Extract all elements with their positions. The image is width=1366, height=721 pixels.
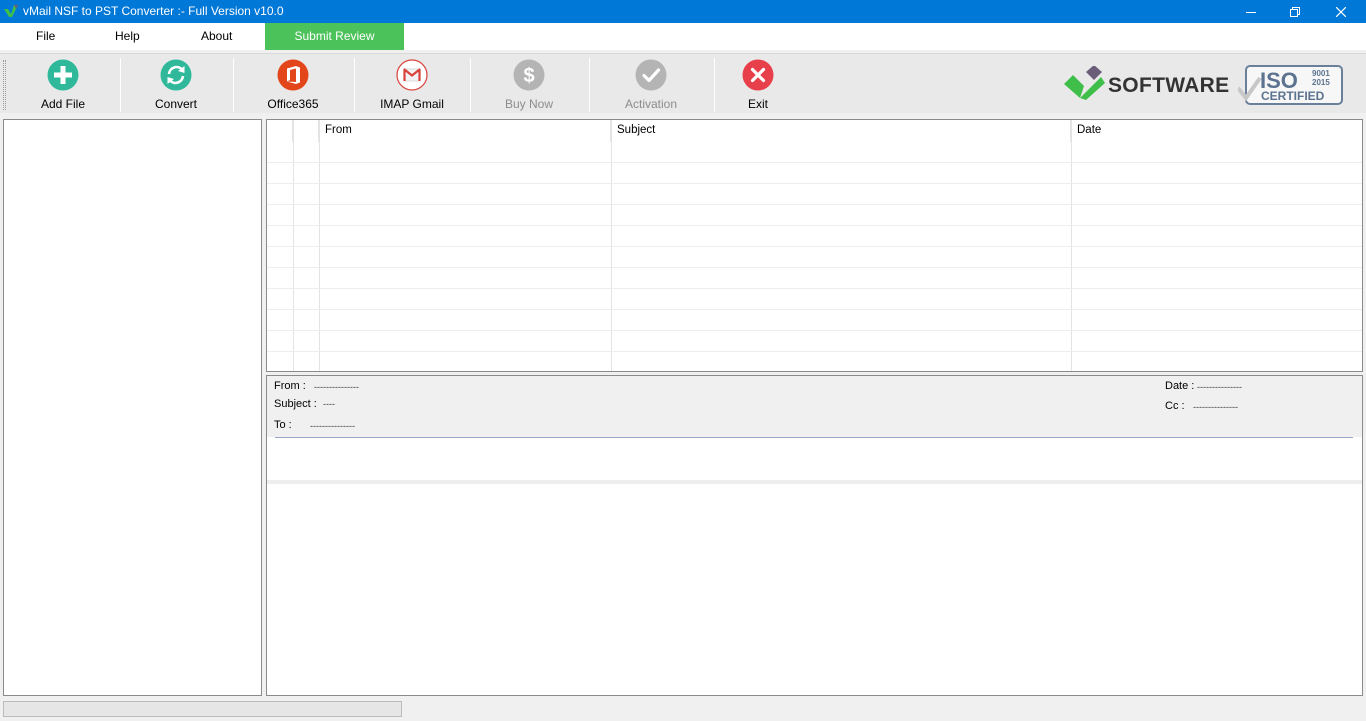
email-list-grid[interactable]: From Subject Date: [266, 119, 1363, 372]
from-value: ---------------: [314, 382, 359, 392]
subject-label: Subject :: [274, 398, 317, 410]
column-header-date[interactable]: Date: [1071, 120, 1362, 142]
exit-button[interactable]: Exit: [738, 59, 778, 111]
buy-now-label: Buy Now: [504, 97, 554, 111]
table-row[interactable]: [267, 310, 1362, 331]
message-header: From : --------------- Subject : ---- To…: [267, 376, 1362, 437]
convert-icon: [160, 59, 192, 91]
subject-value: ----: [323, 399, 335, 409]
activation-button[interactable]: Activation: [620, 59, 682, 111]
iso-year: 2015: [1312, 78, 1330, 87]
header-divider: [275, 437, 1353, 438]
convert-button[interactable]: Convert: [149, 59, 203, 111]
minimize-button[interactable]: [1228, 0, 1274, 23]
table-row[interactable]: [267, 163, 1362, 184]
app-window: vMail NSF to PST Converter :- Full Versi…: [0, 0, 1366, 721]
iso-certified-badge: ISO 9001 2015 CERTIFIED: [1238, 65, 1343, 105]
imap-gmail-label: IMAP Gmail: [380, 97, 444, 111]
toolbar: Add File Convert Office365 IMAP Gmail $ …: [0, 53, 1366, 113]
gmail-icon: [396, 59, 428, 91]
checkmark-icon: [635, 59, 667, 91]
add-file-icon: [47, 59, 79, 91]
menu-about[interactable]: About: [201, 23, 232, 50]
buy-now-button[interactable]: $ Buy Now: [502, 59, 556, 111]
exit-x-icon: [742, 59, 774, 91]
office365-button[interactable]: Office365: [263, 59, 323, 111]
activation-label: Activation: [624, 97, 678, 111]
iso-code: 9001: [1312, 69, 1330, 78]
menu-file[interactable]: File: [36, 23, 55, 50]
brand-text: SOFTWARE: [1108, 74, 1230, 97]
exit-label: Exit: [747, 97, 768, 111]
grid-header-attachment: [293, 120, 319, 142]
to-value: ---------------: [310, 421, 355, 431]
convert-label: Convert: [154, 97, 198, 111]
toolbar-separator: [589, 58, 590, 112]
toolbar-separator: [120, 58, 121, 112]
preview-divider-band: [267, 480, 1362, 484]
dollar-icon: $: [513, 59, 545, 91]
menu-help[interactable]: Help: [115, 23, 140, 50]
column-header-subject[interactable]: Subject: [611, 120, 1071, 142]
table-row[interactable]: [267, 331, 1362, 352]
app-logo-icon: [4, 5, 18, 17]
toolbar-separator: [354, 58, 355, 112]
table-row[interactable]: [267, 226, 1362, 247]
restore-button[interactable]: [1272, 0, 1318, 23]
table-row[interactable]: [267, 352, 1362, 371]
restore-icon: [1290, 6, 1300, 17]
table-row[interactable]: [267, 247, 1362, 268]
minimize-icon: [1246, 11, 1256, 13]
close-icon: [1336, 6, 1346, 17]
iso-certified-text: CERTIFIED: [1261, 89, 1325, 103]
cc-label: Cc :: [1165, 400, 1185, 412]
menu-bar: File Help About Submit Review: [0, 23, 1366, 50]
date-value: ---------------: [1197, 382, 1242, 392]
date-label: Date :: [1165, 380, 1195, 392]
brand-diamond-icon: [1064, 66, 1105, 100]
table-row[interactable]: [267, 142, 1362, 163]
cc-value: ---------------: [1193, 402, 1238, 412]
table-row[interactable]: [267, 184, 1362, 205]
toolbar-separator: [714, 58, 715, 112]
table-row[interactable]: [267, 268, 1362, 289]
table-row[interactable]: [267, 205, 1362, 226]
add-file-button[interactable]: Add File: [36, 59, 90, 111]
toolbar-grip[interactable]: [3, 60, 6, 110]
office365-icon: [277, 59, 309, 91]
column-header-from[interactable]: From: [319, 120, 611, 142]
office365-label: Office365: [267, 97, 319, 111]
brand-logo: SOFTWARE: [1064, 66, 1234, 102]
window-title: vMail NSF to PST Converter :- Full Versi…: [23, 4, 284, 18]
to-label: To :: [274, 419, 292, 431]
table-row[interactable]: [267, 289, 1362, 310]
svg-text:$: $: [523, 65, 534, 87]
add-file-label: Add File: [40, 97, 86, 111]
from-label: From :: [274, 380, 306, 392]
close-window-button[interactable]: [1318, 0, 1364, 23]
folder-tree-pane[interactable]: [3, 119, 262, 696]
imap-gmail-button[interactable]: IMAP Gmail: [378, 59, 446, 111]
toolbar-separator: [470, 58, 471, 112]
grid-header-blank: [267, 120, 293, 142]
grid-header: From Subject Date: [267, 120, 1362, 142]
progress-bar: [3, 701, 402, 717]
toolbar-separator: [233, 58, 234, 112]
title-bar: vMail NSF to PST Converter :- Full Versi…: [0, 0, 1366, 23]
message-preview-pane: From : --------------- Subject : ---- To…: [266, 375, 1363, 696]
submit-review-button[interactable]: Submit Review: [265, 23, 404, 50]
